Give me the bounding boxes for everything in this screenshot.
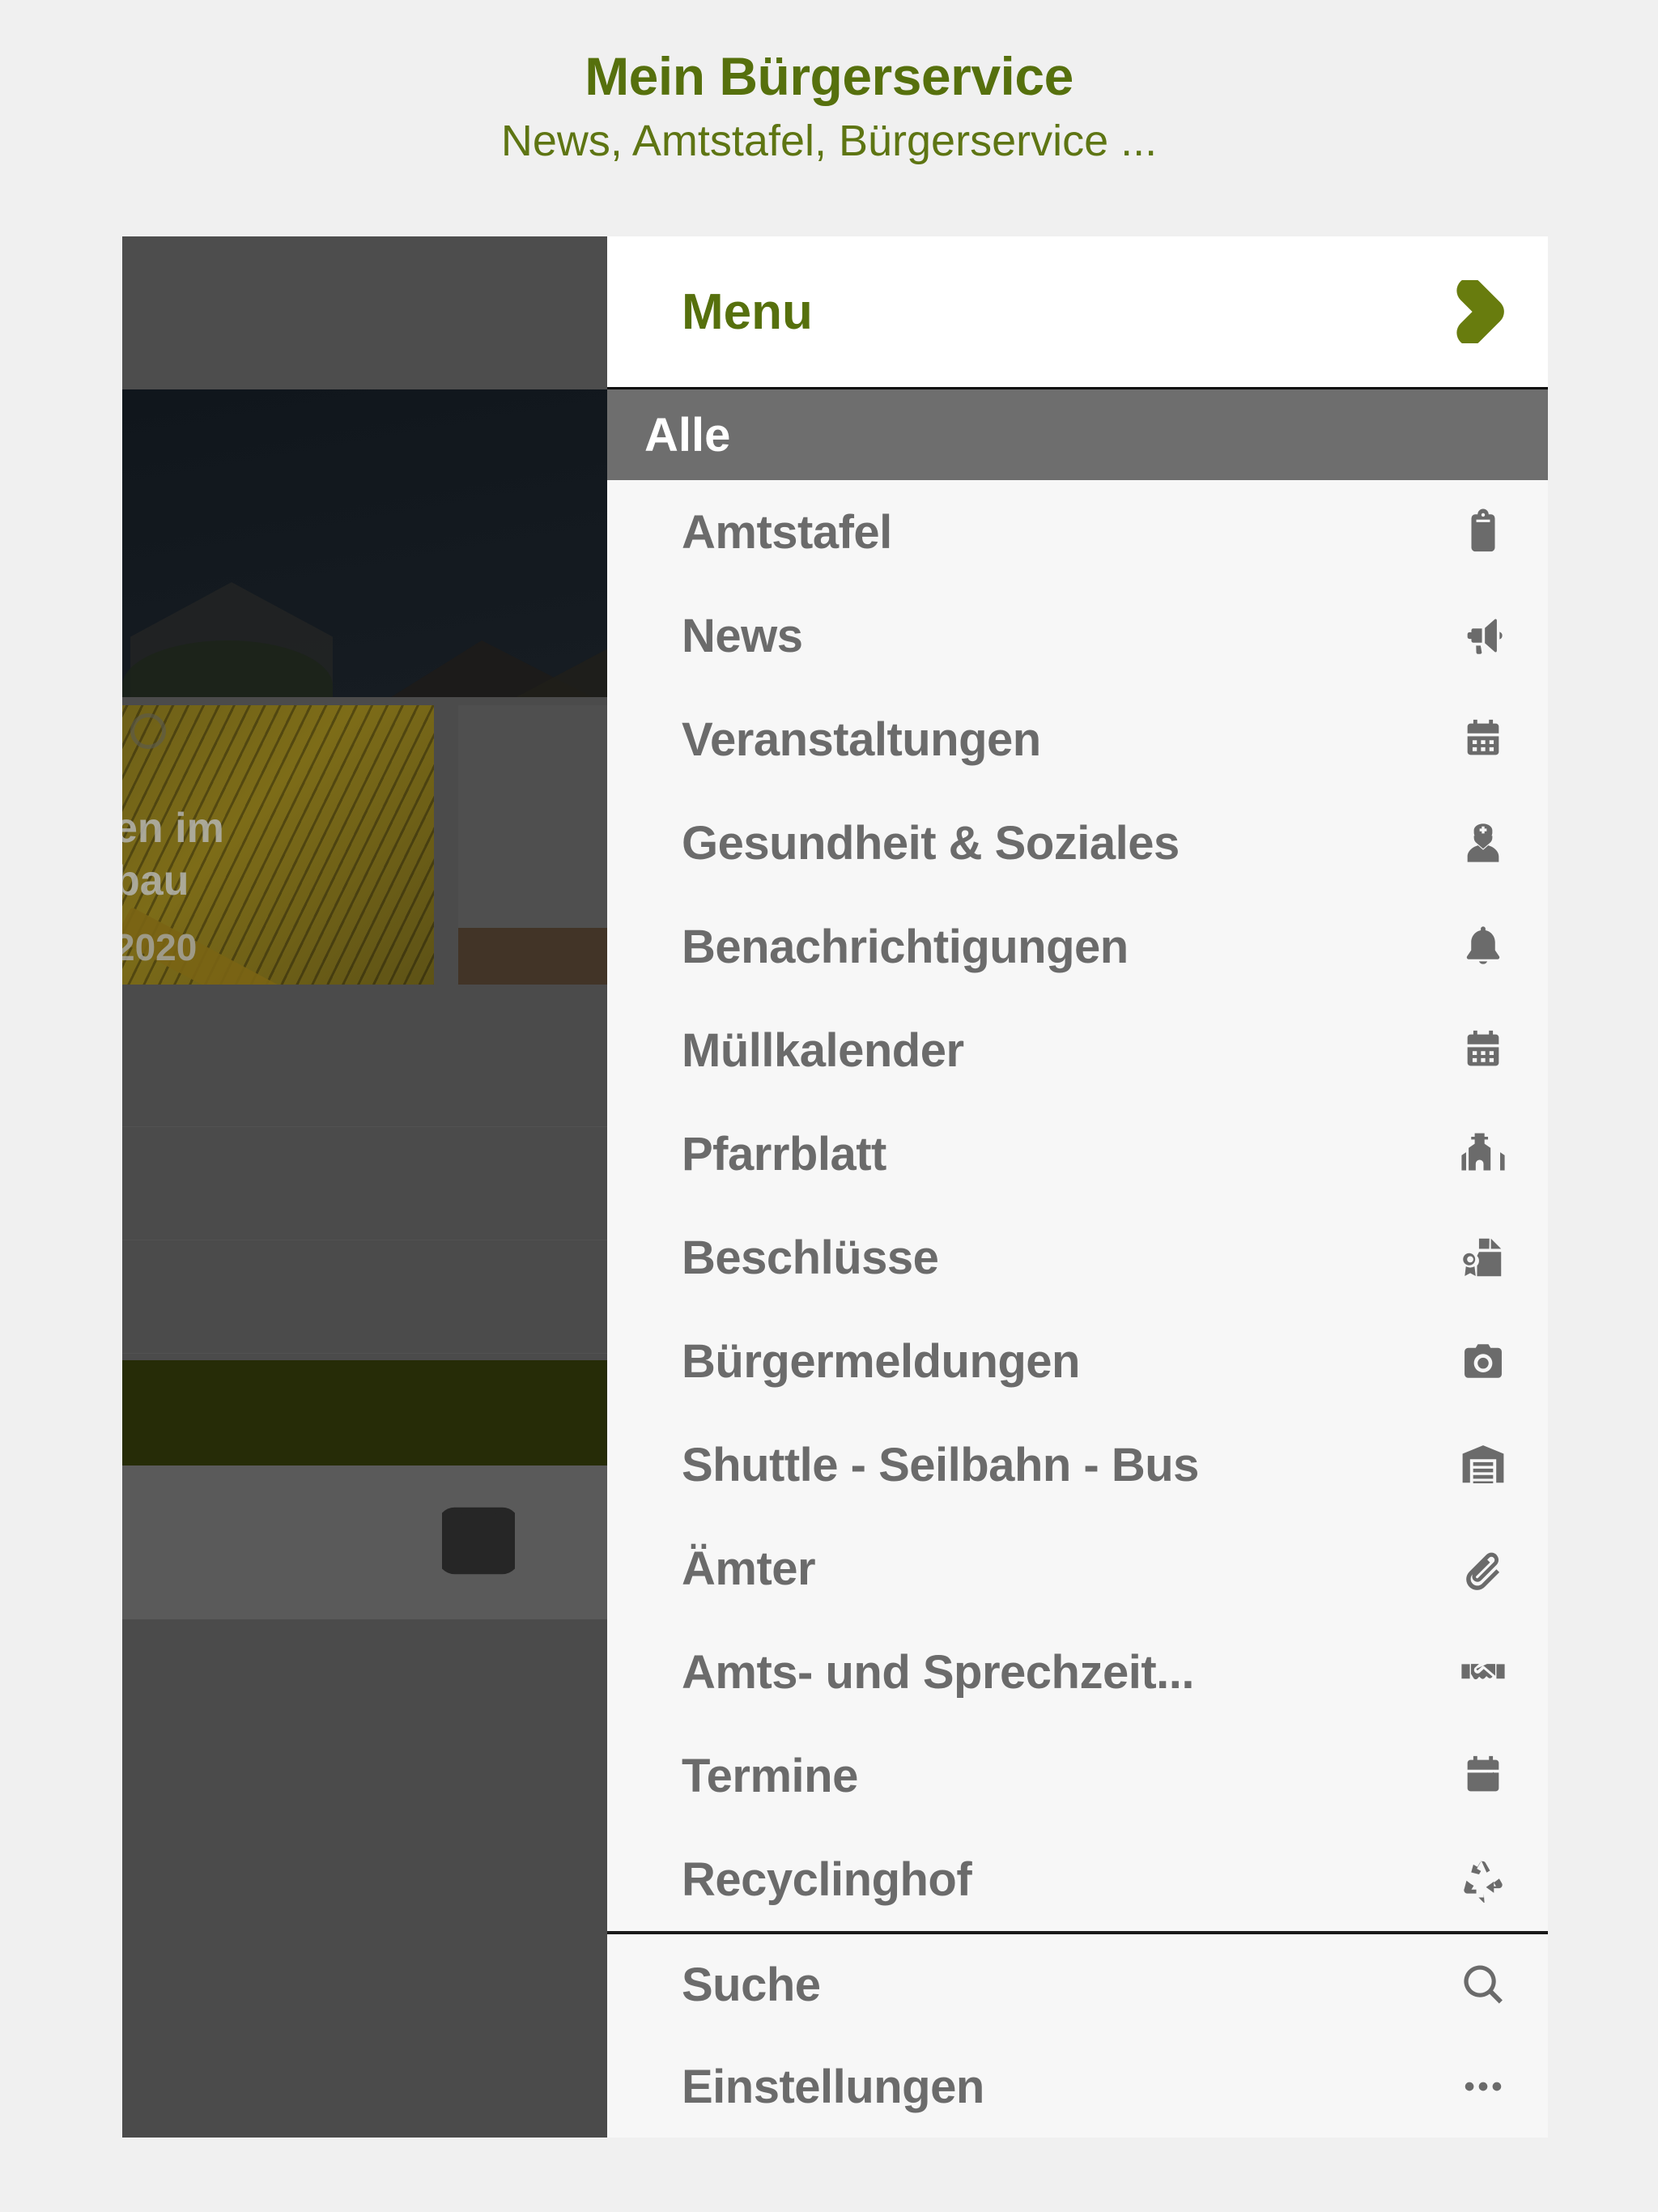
menu-item-label: Shuttle - Seilbahn - Bus (682, 1438, 1199, 1491)
page-title: Mein Bürgerservice (585, 46, 1073, 106)
menu-item-aemter[interactable]: Ämter (607, 1516, 1548, 1620)
menu-item-label: Veranstaltungen (682, 713, 1041, 766)
menu-item-muellkalender[interactable]: Müllkalender (607, 998, 1548, 1102)
menu-item-label: News (682, 609, 803, 662)
page-subtitle: News, Amtstafel, Bürgerservice ... (500, 116, 1158, 165)
menu-item-label: Recyclinghof (682, 1853, 972, 1906)
menu-item-label: Pfarrblatt (682, 1127, 886, 1180)
ellipsis-icon (1457, 2061, 1509, 2112)
mail-icon (437, 1504, 520, 1581)
clipboard-icon (1457, 506, 1509, 558)
chevron-right-icon[interactable] (1448, 277, 1511, 347)
recycle-icon (1457, 1853, 1509, 1905)
menu-item-recyclinghof[interactable]: Recyclinghof (607, 1827, 1548, 1931)
warehouse-icon (1457, 1439, 1509, 1491)
menu-item-label: Ämter (682, 1542, 816, 1595)
menu-item-label: Bürgermeldungen (682, 1334, 1081, 1388)
menu-item-label: Beschlüsse (682, 1231, 939, 1284)
menu-drawer: Menu Alle Amtstafel News Veranstaltungen… (607, 236, 1548, 2138)
camera-icon (1457, 1335, 1509, 1387)
drawer-menu-list: Amtstafel News Veranstaltungen Gesundhei… (607, 480, 1548, 2138)
menu-item-news[interactable]: News (607, 584, 1548, 687)
handshake-icon (1457, 1646, 1509, 1698)
calendar-edit-icon (1457, 1750, 1509, 1802)
menu-item-label: Suche (682, 1958, 821, 2011)
menu-item-termine[interactable]: Termine (607, 1724, 1548, 1827)
menu-item-label: Amts- und Sprechzeit... (682, 1645, 1195, 1699)
background-card-ruler: en im bau 2020 (122, 705, 434, 985)
menu-item-label: Gesundheit & Soziales (682, 816, 1180, 870)
drawer-section-label: Alle (644, 408, 731, 462)
nurse-icon (1457, 817, 1509, 869)
screen: Mein Bürgerservice News, Amtstafel, Bürg… (0, 0, 1658, 2212)
menu-item-benachrichtigungen[interactable]: Benachrichtigungen (607, 895, 1548, 998)
menu-item-gesundheit-soziales[interactable]: Gesundheit & Soziales (607, 791, 1548, 895)
drawer-section-header[interactable]: Alle (607, 389, 1548, 480)
certificate-icon (1457, 1231, 1509, 1283)
menu-item-suche[interactable]: Suche (607, 1931, 1548, 2035)
megaphone-icon (1457, 610, 1509, 661)
search-icon (1457, 1959, 1509, 2010)
bell-icon (1457, 921, 1509, 972)
menu-item-pfarrblatt[interactable]: Pfarrblatt (607, 1102, 1548, 1206)
church-icon (1457, 1128, 1509, 1180)
menu-item-label: Einstellungen (682, 2060, 984, 2113)
background-card-date: 2020 (122, 926, 198, 968)
menu-item-amtstafel[interactable]: Amtstafel (607, 480, 1548, 584)
menu-item-label: Müllkalender (682, 1023, 964, 1077)
phone-viewport: en im bau 2020 Menu Alle Amtstafel News … (122, 236, 1548, 2138)
menu-item-label: Termine (682, 1749, 858, 1802)
menu-item-buergermeldungen[interactable]: Bürgermeldungen (607, 1309, 1548, 1413)
drawer-title: Menu (682, 283, 813, 340)
app-header: Mein Bürgerservice News, Amtstafel, Bürg… (0, 0, 1658, 236)
calendar-icon (1457, 713, 1509, 765)
background-card-title: en im bau (122, 805, 224, 904)
menu-item-shuttle-seilbahn-bus[interactable]: Shuttle - Seilbahn - Bus (607, 1413, 1548, 1516)
menu-item-label: Amtstafel (682, 505, 892, 559)
calendar-icon (1457, 1024, 1509, 1076)
drawer-header[interactable]: Menu (607, 236, 1548, 389)
menu-item-beschluesse[interactable]: Beschlüsse (607, 1206, 1548, 1309)
menu-item-label: Benachrichtigungen (682, 920, 1129, 973)
menu-item-veranstaltungen[interactable]: Veranstaltungen (607, 687, 1548, 791)
menu-item-einstellungen[interactable]: Einstellungen (607, 2035, 1548, 2138)
background-card-badge-icon (130, 713, 166, 749)
paperclip-icon (1457, 1542, 1509, 1594)
menu-item-amts-und-sprechzeiten[interactable]: Amts- und Sprechzeit... (607, 1620, 1548, 1724)
